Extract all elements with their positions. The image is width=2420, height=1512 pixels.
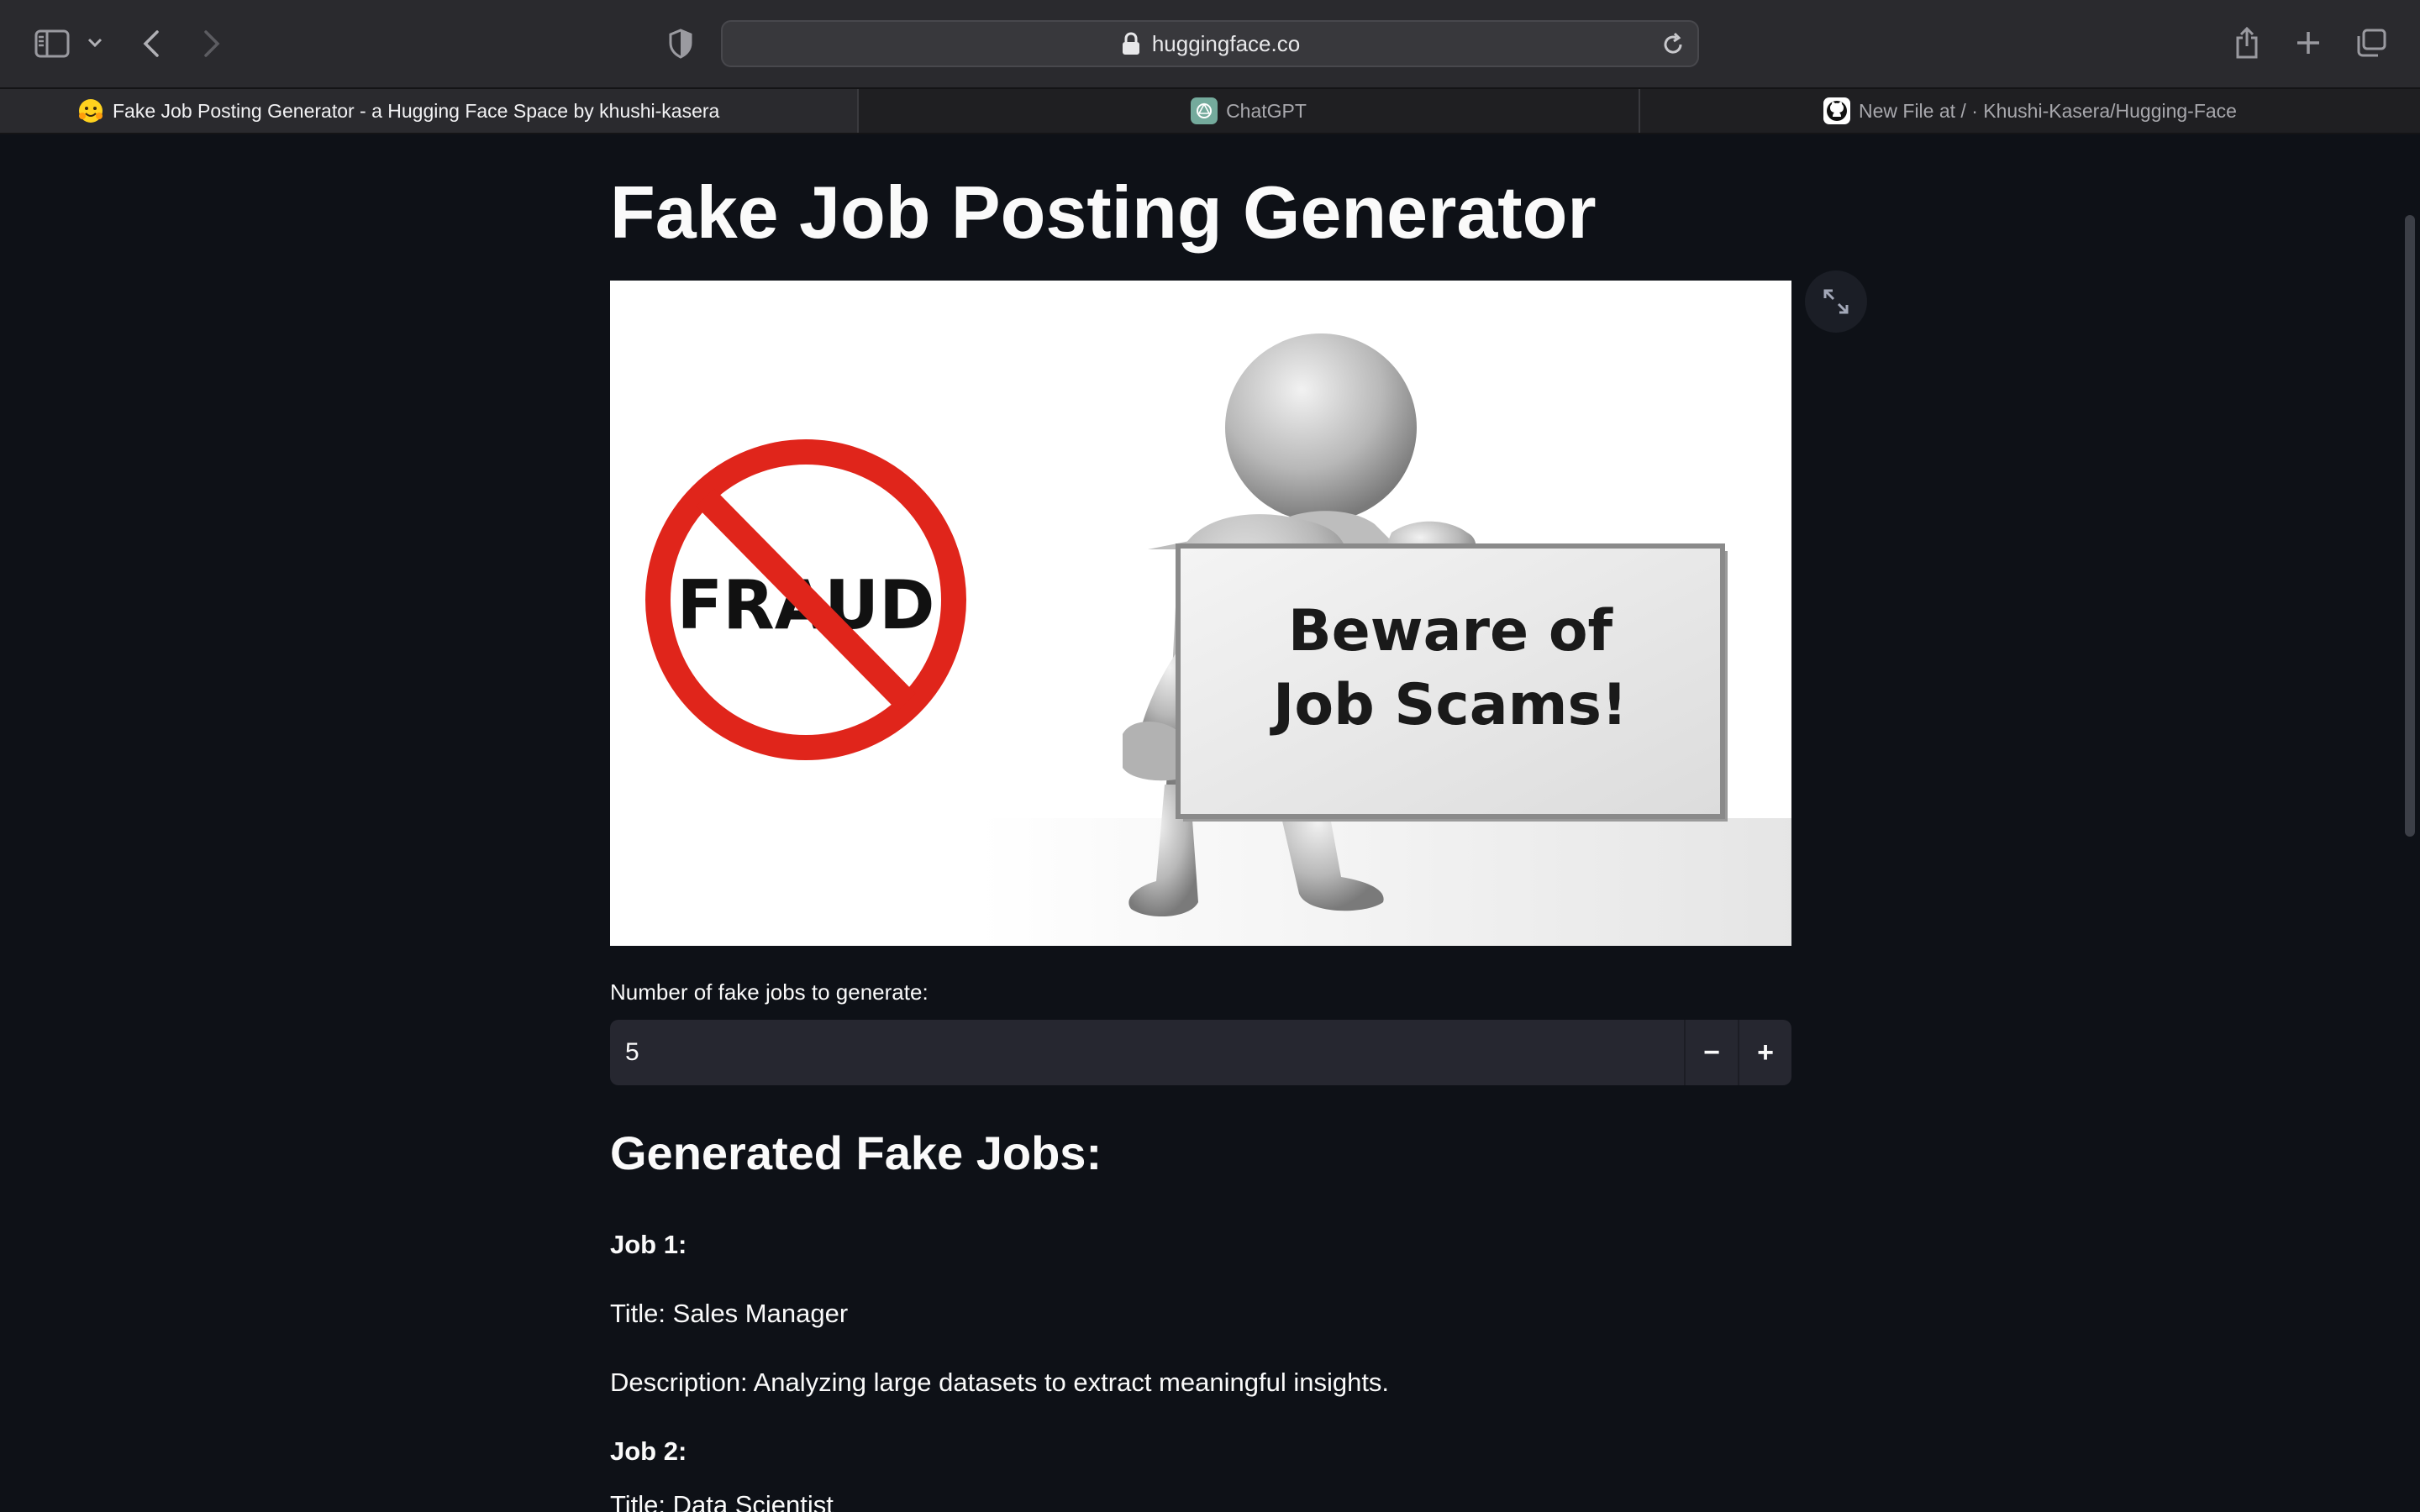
tab-chatgpt[interactable]: ChatGPT (859, 89, 1640, 133)
tab-label: Fake Job Posting Generator - a Hugging F… (113, 99, 720, 122)
hero-image: FRAUD Beware (610, 281, 1791, 946)
page-title: Fake Job Posting Generator (610, 171, 1597, 254)
back-arrow-icon[interactable] (134, 25, 168, 62)
tab-overview-icon[interactable] (2353, 25, 2390, 60)
sign-line-2: Job Scams! (1270, 672, 1628, 738)
job-1-header: Job 1: (610, 1230, 687, 1259)
job-count-value[interactable]: 5 (610, 1038, 1684, 1067)
chatgpt-icon (1191, 97, 1218, 124)
scrollbar-track[interactable] (2398, 134, 2420, 1512)
chevron-down-icon[interactable] (82, 30, 108, 55)
scrollbar-thumb[interactable] (2405, 215, 2415, 837)
job-2-title: Title: Data Scientist (610, 1490, 834, 1512)
privacy-shield-icon[interactable] (664, 25, 697, 62)
page-content: Fake Job Posting Generator Beware of Job… (0, 134, 2420, 1512)
job-2-header: Job 2: (610, 1436, 687, 1466)
tab-fake-job-generator[interactable]: Fake Job Posting Generator - a Hugging F… (0, 89, 859, 133)
url-text: huggingface.co (1151, 30, 1301, 56)
job-1-description: Description: Analyzing large datasets to… (610, 1368, 1390, 1397)
expand-icon (1823, 289, 1849, 314)
job-count-number-input[interactable]: 5 − + (610, 1020, 1791, 1085)
sidebar-toggle-icon[interactable] (32, 27, 72, 60)
sign-line-1: Beware of (1288, 598, 1614, 664)
results-heading: Generated Fake Jobs: (610, 1126, 1102, 1179)
address-bar[interactable]: huggingface.co (721, 20, 1699, 67)
reload-icon[interactable] (1660, 32, 1686, 57)
tab-github[interactable]: New File at / · Khushi-Kasera/Hugging-Fa… (1640, 89, 2420, 133)
job-1-title: Title: Sales Manager (610, 1299, 849, 1328)
share-icon[interactable] (2230, 24, 2264, 62)
github-icon (1823, 97, 1850, 124)
tab-label: ChatGPT (1226, 99, 1307, 122)
browser-toolbar: huggingface.co (0, 0, 2420, 87)
decrement-button[interactable]: − (1684, 1020, 1738, 1085)
warning-sign-board: Beware of Job Scams! (1176, 543, 1728, 822)
lock-icon (1122, 32, 1139, 55)
forward-arrow-icon[interactable] (195, 25, 229, 62)
fullscreen-button[interactable] (1805, 270, 1867, 333)
tab-strip: Fake Job Posting Generator - a Hugging F… (0, 87, 2420, 134)
increment-button[interactable]: + (1738, 1020, 1791, 1085)
job-count-label: Number of fake jobs to generate: (610, 979, 929, 1005)
tab-label: New File at / · Khushi-Kasera/Hugging-Fa… (1859, 99, 2237, 122)
hugging-face-emoji-icon (77, 97, 104, 124)
new-tab-plus-icon[interactable] (2291, 25, 2326, 60)
